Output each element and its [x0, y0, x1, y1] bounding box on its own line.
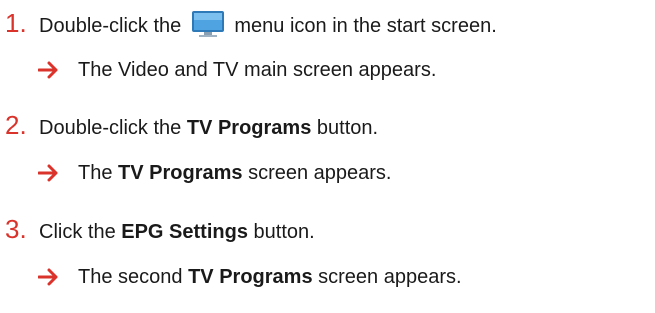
arrow-right-icon	[38, 164, 58, 182]
ui-term: TV Programs	[188, 266, 313, 288]
step-3-result: The second TV Programs screen appears.	[38, 264, 462, 290]
arrow-right-icon	[38, 268, 58, 286]
monitor-icon	[191, 11, 224, 37]
step-2: 2. Double-click the TV Programs button.	[0, 112, 378, 141]
result-text: The Video and TV main screen appears.	[78, 59, 437, 81]
step-1: 1. Double-click the menu icon in the sta…	[0, 10, 497, 39]
arrow-right-icon	[38, 61, 58, 79]
step-number: 2.	[5, 110, 27, 140]
result-text: The second TV Programs screen appears.	[78, 266, 462, 288]
step-instruction: Click the EPG Settings button.	[39, 221, 315, 243]
step-number: 3.	[5, 214, 27, 244]
step-3: 3. Click the EPG Settings button.	[0, 216, 315, 245]
ui-term: TV Programs	[118, 162, 243, 184]
ui-term: EPG Settings	[121, 221, 248, 243]
result-text: The TV Programs screen appears.	[78, 162, 392, 184]
ui-term: TV Programs	[186, 117, 312, 139]
step-instruction: Double-click the TV Programs button.	[39, 117, 379, 139]
step-instruction: Double-click the menu icon in the start …	[39, 10, 497, 39]
step-1-result: The Video and TV main screen appears.	[38, 57, 436, 83]
step-number: 1.	[5, 8, 27, 38]
step-2-result: The TV Programs screen appears.	[38, 160, 392, 186]
